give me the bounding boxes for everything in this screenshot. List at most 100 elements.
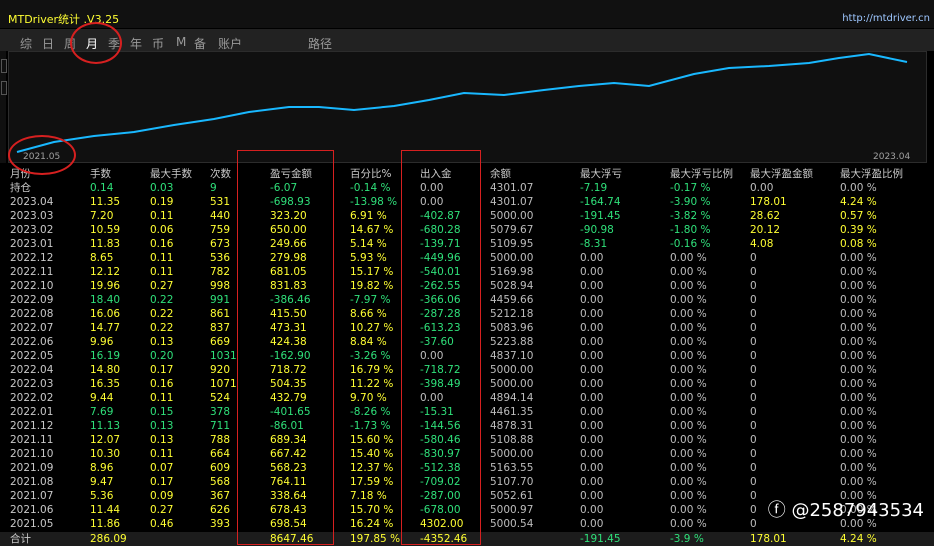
table-cell: -13.98 %: [350, 196, 398, 208]
table-cell: 2022.11: [10, 266, 54, 278]
col-header-9[interactable]: 最大浮亏比例: [670, 167, 733, 181]
table-cell: 2022.04: [10, 364, 54, 376]
table-cell: 2022.08: [10, 308, 54, 320]
tab-8[interactable]: 备: [194, 35, 206, 52]
tab-6[interactable]: 币: [152, 35, 164, 52]
col-header-11[interactable]: 最大浮盈比例: [840, 167, 903, 181]
table-cell: 0.00 %: [670, 280, 707, 292]
table-cell: 0: [750, 322, 757, 334]
table-cell: 0.11: [150, 210, 174, 222]
table-cell: 536: [210, 252, 231, 264]
col-header-2[interactable]: 最大手数: [150, 167, 192, 181]
table-cell: 0: [750, 252, 757, 264]
watermark-text: @2587943534: [791, 500, 924, 521]
table-cell: 0: [750, 476, 757, 488]
table-cell: 18.40: [90, 294, 121, 306]
col-header-8[interactable]: 最大浮亏: [580, 167, 622, 181]
table-cell: 0.00: [580, 434, 604, 446]
table-cell: 0.00 %: [840, 294, 877, 306]
col-header-1[interactable]: 手数: [90, 167, 111, 181]
table-cell: 0.20: [150, 350, 174, 362]
table-cell: 0.00 %: [670, 462, 707, 474]
table-cell: 0.16: [150, 378, 174, 390]
table-cell: 0.00: [580, 392, 604, 404]
table-cell: 5000.54: [490, 518, 534, 530]
table-cell: 5000.00: [490, 378, 534, 390]
table-cell: 2023.02: [10, 224, 54, 236]
col-header-7[interactable]: 余额: [490, 167, 511, 181]
table-cell: 2022.09: [10, 294, 54, 306]
col-header-3[interactable]: 次数: [210, 167, 231, 181]
table-cell: 0.00 %: [840, 350, 877, 362]
table-cell: 17.59 %: [350, 476, 394, 488]
table-cell: 0.00 %: [670, 448, 707, 460]
title-bar: MTDriver统计 .V3.25 http://mtdriver.cn: [0, 0, 934, 28]
table-cell: 0: [750, 420, 757, 432]
table-cell: 5000.00: [490, 210, 534, 222]
table-cell: 8.84 %: [350, 336, 387, 348]
watermark: ⓕ @2587943534: [768, 496, 924, 522]
table-cell: 0.00 %: [670, 266, 707, 278]
table-cell: 4894.14: [490, 392, 534, 404]
table-cell: 持仓: [10, 182, 31, 194]
table-cell: 0.39 %: [840, 224, 877, 236]
table-cell: 0.11: [150, 266, 174, 278]
table-cell: 711: [210, 420, 231, 432]
table-cell: 664: [210, 448, 231, 460]
table-cell: -3.26 %: [350, 350, 391, 362]
left-scroll-strip[interactable]: [0, 51, 7, 163]
table-cell: 15.40 %: [350, 448, 394, 460]
table-cell: 0.00 %: [670, 322, 707, 334]
tab-0[interactable]: 综: [20, 35, 32, 52]
col-header-5[interactable]: 百分比%: [350, 167, 391, 181]
table-cell: 0.00: [580, 308, 604, 320]
tab-7[interactable]: M: [176, 35, 186, 49]
table-cell: 8.65: [90, 252, 114, 264]
table-cell: -3.82 %: [670, 210, 711, 222]
tab-bar: 综日周月季年币 M 备账户 路径: [0, 29, 934, 51]
table-cell: 609: [210, 462, 231, 474]
table-cell: 0.00 %: [840, 448, 877, 460]
table-cell: 440: [210, 210, 231, 222]
table-cell: 0.00 %: [670, 350, 707, 362]
table-cell: 0: [750, 364, 757, 376]
table-cell: 0: [750, 434, 757, 446]
col-header-10[interactable]: 最大浮盈金额: [750, 167, 813, 181]
table-cell: 9.47: [90, 476, 114, 488]
table-cell: 19.82 %: [350, 280, 394, 292]
table-cell: 5163.55: [490, 462, 534, 474]
table-cell: -164.74: [580, 196, 621, 208]
table-cell: 0: [750, 392, 757, 404]
tab-9[interactable]: 账户: [218, 35, 242, 52]
table-cell: 0: [750, 378, 757, 390]
tab-1[interactable]: 日: [42, 35, 54, 52]
table-cell: 15.70 %: [350, 504, 394, 516]
table-cell: 2022.03: [10, 378, 54, 390]
table-cell: 0.00 %: [840, 378, 877, 390]
table-cell: 12.07: [90, 434, 121, 446]
table-cell: 0.00: [580, 462, 604, 474]
table-cell: 0.00 %: [670, 308, 707, 320]
table-cell: 14.67 %: [350, 224, 394, 236]
table-cell: 568: [210, 476, 231, 488]
site-url-link[interactable]: http://mtdriver.cn: [842, 13, 930, 24]
table-cell: -7.19: [580, 182, 608, 194]
total-cell: 4.24 %: [840, 533, 877, 545]
table-cell: 16.79 %: [350, 364, 394, 376]
table-cell: 0.03: [150, 182, 174, 194]
table-cell: 0.00: [580, 294, 604, 306]
tab-10[interactable]: 路径: [308, 35, 332, 52]
table-cell: 4.08: [750, 238, 774, 250]
total-cell: 286.09: [90, 533, 127, 545]
table-cell: 2023.03: [10, 210, 54, 222]
total-cell: 197.85 %: [350, 533, 401, 545]
tab-5[interactable]: 年: [130, 35, 142, 52]
table-cell: 0.00: [580, 504, 604, 516]
table-cell: 2021.11: [10, 434, 54, 446]
table-cell: 393: [210, 518, 231, 530]
table-cell: 0: [750, 462, 757, 474]
table-cell: -191.45: [580, 210, 621, 222]
table-cell: -1.73 %: [350, 420, 391, 432]
table-cell: 0.17: [150, 364, 174, 376]
table-cell: 5109.95: [490, 238, 534, 250]
